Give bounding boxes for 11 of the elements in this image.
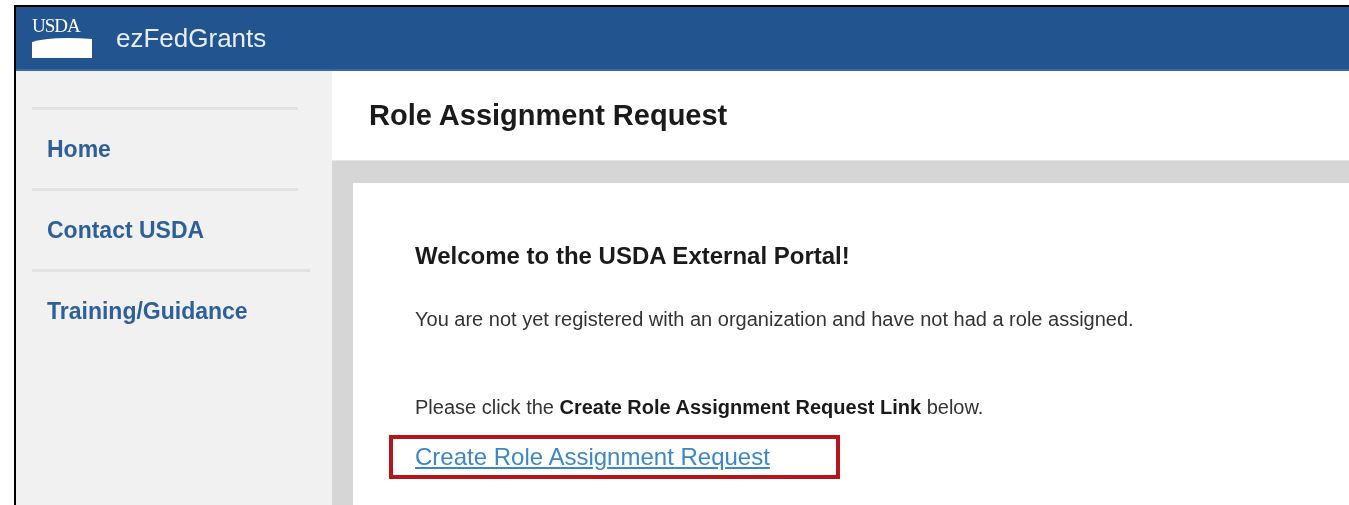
welcome-heading: Welcome to the USDA External Portal! xyxy=(415,241,851,271)
page-title: Role Assignment Request xyxy=(369,97,728,133)
status-message: You are not yet registered with an organization and have not had a role assigned. xyxy=(415,307,1135,332)
nav-link[interactable]: Contact USDA xyxy=(47,212,205,248)
nav-link[interactable]: Home xyxy=(47,131,111,167)
field-icon xyxy=(32,36,92,58)
create-request-link[interactable]: Create Role Assignment Request xyxy=(415,443,770,470)
nav-link[interactable]: Training/Guidance xyxy=(47,293,248,329)
app-name: ezFedGrants xyxy=(116,21,267,55)
instruction-text: Please click the Create Role Assignment Request Link below. xyxy=(415,395,985,420)
logo-text: USDA xyxy=(32,16,80,36)
